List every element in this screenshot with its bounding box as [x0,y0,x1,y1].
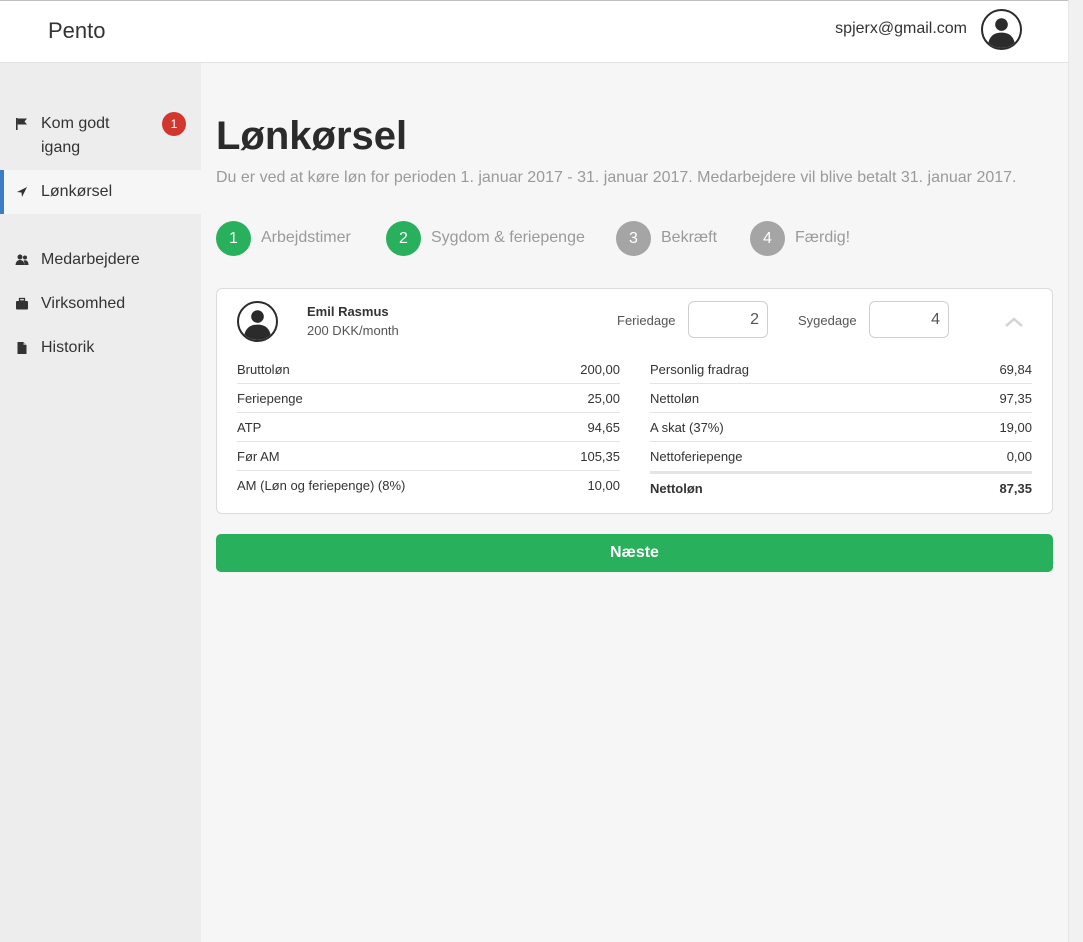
total-value: 87,35 [999,481,1032,496]
row-label: Nettoløn [650,391,700,406]
table-row: Nettoferiepenge 0,00 [650,442,1032,471]
row-value: 94,65 [587,420,620,435]
payslip-right-table: Personlig fradrag 69,84 Nettoløn 97,35 A s… [650,355,1032,500]
row-label: AM (Løn og feriepenge) (8%) [237,478,406,493]
feriedage-input[interactable] [688,301,768,338]
table-row: Feriepenge 25,00 [237,384,620,413]
sidebar-item-label: Virksomhed [41,295,126,312]
send-icon [15,185,29,199]
table-row: ATP 94,65 [237,413,620,442]
sygedage-input[interactable] [869,301,949,338]
table-row: Før AM 105,35 [237,442,620,471]
step-label: Bekræft [661,229,718,246]
row-value: 97,35 [999,391,1032,406]
row-value: 25,00 [587,391,620,406]
payslip-left-table: Bruttoløn 200,00 Feriepenge 25,00 ATP 94,65… [237,355,620,500]
row-label: Nettoferiepenge [650,449,743,464]
flag-icon [15,117,29,131]
step-number: 4 [750,221,785,256]
employee-salary: 200 DKK/month [307,323,399,338]
page-scrollbar[interactable] [1068,0,1083,942]
total-row: Nettoløn 87,35 [650,471,1032,500]
step-label: Sygdom & feriepenge [431,229,585,246]
row-label: A skat (37%) [650,420,724,435]
row-value: 105,35 [580,449,620,464]
employee-avatar-icon [237,301,278,342]
total-label: Nettoløn [650,481,703,496]
sidebar-item-label: Lønkørsel [41,183,113,200]
sidebar-item-label: Historik [41,339,95,356]
notification-badge: 1 [162,112,186,136]
sidebar-item-lonkorsel[interactable]: Lønkørsel [0,170,201,214]
step-label: Færdig! [795,229,851,246]
document-icon [15,341,29,355]
table-row: A skat (37%) 19,00 [650,413,1032,442]
row-value: 19,00 [999,420,1032,435]
row-label: Bruttoløn [237,362,290,377]
row-label: Personlig fradrag [650,362,749,377]
row-value: 69,84 [999,362,1032,377]
user-avatar-icon[interactable] [981,9,1022,50]
step-number: 2 [386,221,421,256]
table-row: Bruttoløn 200,00 [237,355,620,384]
sygedage-label: Sygedage [798,313,857,328]
table-row: Nettoløn 97,35 [650,384,1032,413]
table-row: AM (Løn og feriepenge) (8%) 10,00 [237,471,620,500]
feriedage-label: Feriedage [617,313,676,328]
sidebar-item-virksomhed[interactable]: Virksomhed [0,292,201,316]
sidebar: Kom godt igang 1 Lønkørsel Medarbejdere V… [0,63,201,942]
sidebar-item-historik[interactable]: Historik [0,336,201,360]
step-label: Arbejdstimer [261,229,351,246]
row-label: Feriepenge [237,391,303,406]
step-number: 1 [216,221,251,256]
user-email[interactable]: spjerx@gmail.com [835,20,967,38]
top-header: Pento spjerx@gmail.com [0,1,1068,63]
row-value: 10,00 [587,478,620,493]
row-label: ATP [237,420,262,435]
chevron-up-icon[interactable] [1003,315,1025,329]
employee-payslip-card: Emil Rasmus 200 DKK/month Feriedage Syge… [216,288,1053,514]
table-row: Personlig fradrag 69,84 [650,355,1032,384]
brand-logo[interactable]: Pento [48,18,106,44]
sidebar-item-label: Medarbejdere [41,251,140,268]
row-value: 0,00 [1006,449,1032,464]
users-icon [15,253,29,267]
step-number: 3 [616,221,651,256]
page-subtitle: Du er ved at køre løn for perioden 1. ja… [216,169,1017,186]
briefcase-icon [15,297,29,311]
page-title: Lønkørsel [216,114,408,158]
sidebar-item-label: Kom godt igang [41,115,110,156]
sidebar-item-medarbejdere[interactable]: Medarbejdere [0,248,201,272]
row-label: Før AM [237,449,280,464]
sidebar-item-kom-godt-igang[interactable]: Kom godt igang 1 [0,108,201,170]
employee-name: Emil Rasmus [307,304,389,319]
row-value: 200,00 [580,362,620,377]
next-button[interactable]: Næste [216,534,1053,572]
